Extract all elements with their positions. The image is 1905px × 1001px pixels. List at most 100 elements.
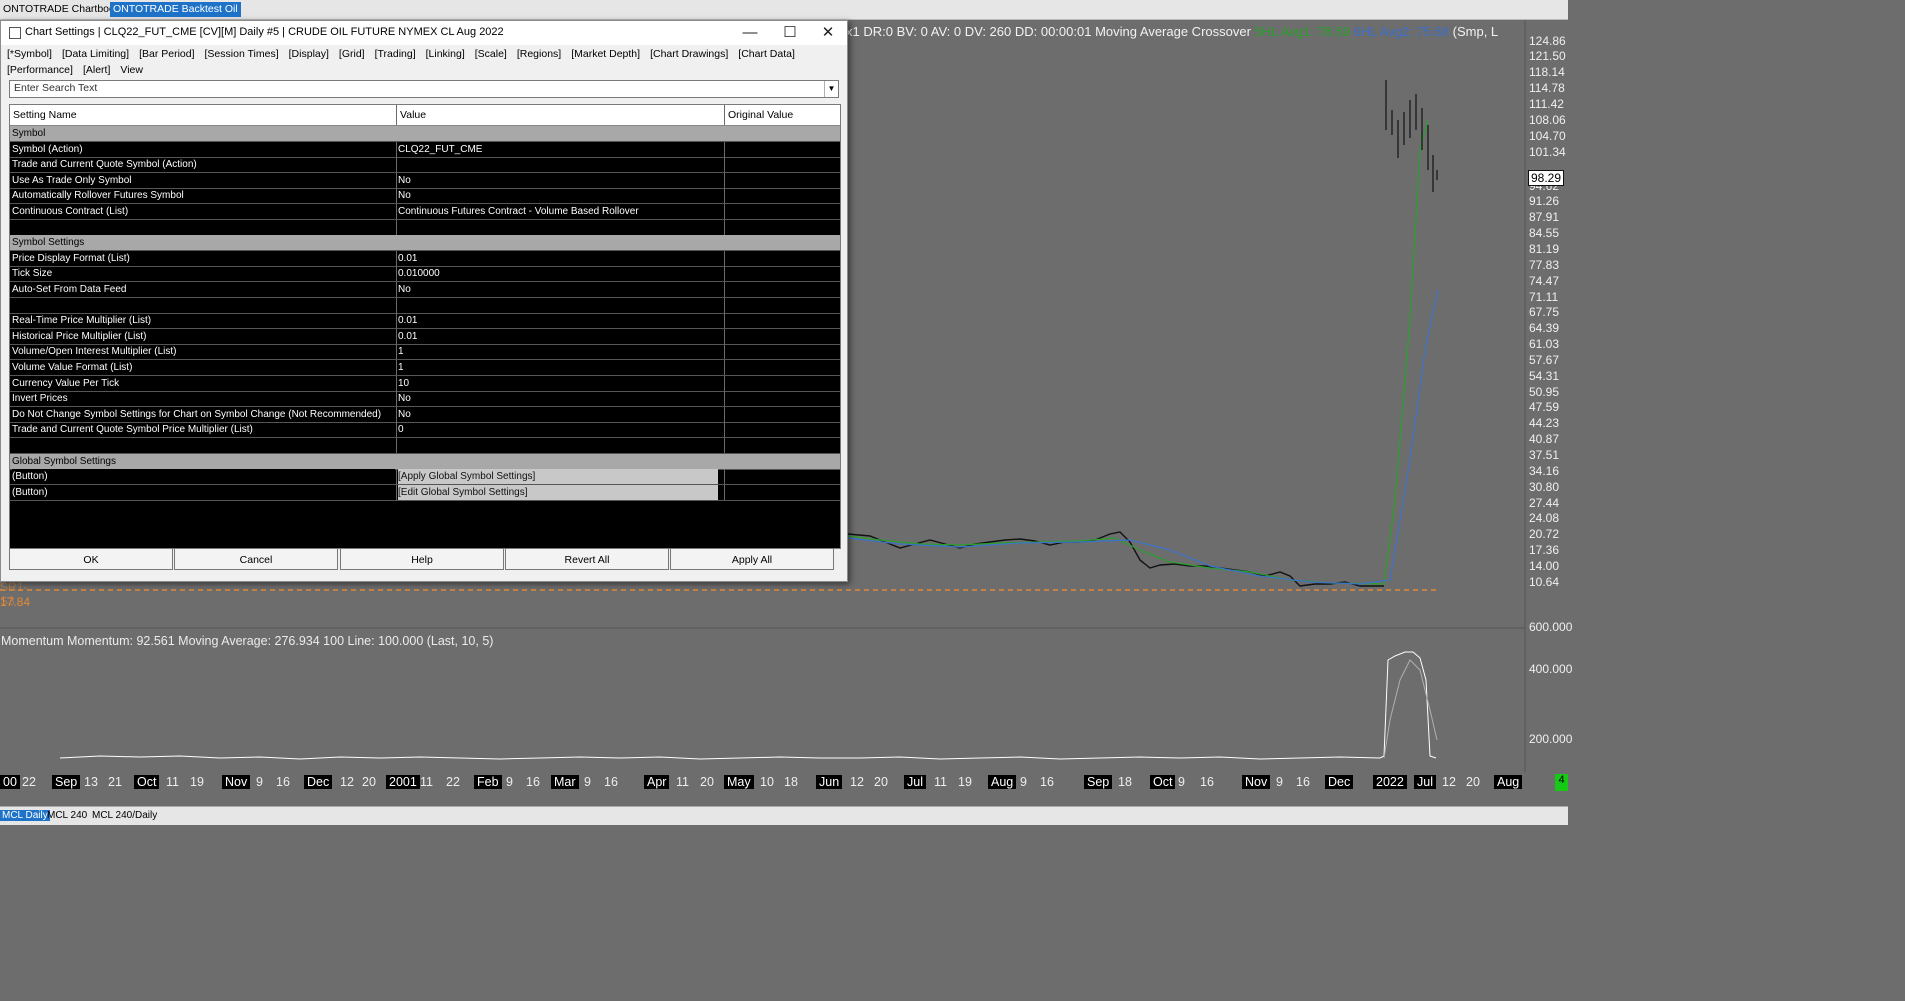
setting-name: (Button) xyxy=(12,469,395,485)
settings-section-header[interactable]: Global Symbol Settings xyxy=(10,453,840,470)
time-axis-label: 16 xyxy=(1200,775,1214,789)
settings-row[interactable]: Historical Price Multiplier (List) 0.01 xyxy=(10,328,840,345)
setting-value[interactable]: No xyxy=(398,407,718,422)
settings-menu-item[interactable]: [Chart Drawings] xyxy=(650,48,728,60)
chart-study-info: x1 DR:0 BV: 0 AV: 0 DV: 260 DD: 00:00:01… xyxy=(846,24,1499,39)
settings-section-header[interactable]: Symbol xyxy=(10,126,840,142)
setting-value[interactable]: No xyxy=(398,173,718,188)
time-axis-label: 22 xyxy=(446,775,460,789)
minimize-icon[interactable]: — xyxy=(731,21,769,45)
price-scale-label: 50.95 xyxy=(1529,385,1560,399)
chevron-down-icon[interactable]: ▼ xyxy=(824,81,838,97)
header-value[interactable]: Value xyxy=(400,109,426,121)
settings-row[interactable]: Trade and Current Quote Symbol Price Mul… xyxy=(10,422,840,439)
settings-menu-item[interactable]: [Trading] xyxy=(375,48,416,60)
close-icon[interactable]: ✕ xyxy=(809,21,847,45)
time-axis-label: Jun xyxy=(816,775,843,789)
spike-candles xyxy=(1385,80,1438,192)
settings-row xyxy=(10,297,840,314)
time-axis-label: Dec xyxy=(1325,775,1354,789)
settings-row[interactable]: Use As Trade Only Symbol No xyxy=(10,172,840,189)
price-scale-label: 114.78 xyxy=(1529,81,1565,95)
settings-menu-item[interactable]: [Data Limiting] xyxy=(62,48,129,60)
time-axis-label: 11 xyxy=(676,775,689,789)
header-setting-name[interactable]: Setting Name xyxy=(13,109,77,121)
settings-row[interactable]: Price Display Format (List) 0.01 xyxy=(10,250,840,267)
settings-menu-item[interactable]: [Scale] xyxy=(475,48,507,60)
settings-menu-item[interactable]: [Market Depth] xyxy=(571,48,640,60)
setting-value[interactable]: Continuous Futures Contract - Volume Bas… xyxy=(398,204,718,219)
setting-value[interactable]: 0.01 xyxy=(398,313,718,328)
settings-row[interactable]: Automatically Rollover Futures Symbol No xyxy=(10,188,840,205)
price-scale-label: 67.75 xyxy=(1529,305,1560,319)
setting-name: Historical Price Multiplier (List) xyxy=(12,330,147,342)
search-input[interactable]: Enter Search Text ▼ xyxy=(9,80,839,98)
settings-button-row[interactable]: (Button) [Edit Global Symbol Settings] xyxy=(10,484,840,501)
settings-row[interactable]: Symbol (Action) CLQ22_FUT_CME xyxy=(10,141,840,158)
setting-action-button[interactable]: [Edit Global Symbol Settings] xyxy=(398,484,718,500)
tab-mcl-240-daily[interactable]: MCL 240/Daily xyxy=(90,810,159,821)
settings-button-row[interactable]: (Button) [Apply Global Symbol Settings] xyxy=(10,469,840,486)
setting-value[interactable]: No xyxy=(398,391,718,406)
settings-row[interactable]: Continuous Contract (List) Continuous Fut… xyxy=(10,204,840,220)
revert-all-button[interactable]: Revert All xyxy=(505,548,669,570)
help-button[interactable]: Help xyxy=(340,548,504,570)
setting-value[interactable]: 1 xyxy=(398,344,718,359)
time-axis-label: 9 xyxy=(1020,775,1027,789)
settings-menu-item[interactable]: [*Symbol] xyxy=(7,48,52,60)
setting-value[interactable]: 0.01 xyxy=(398,251,718,266)
setting-value[interactable]: 0 xyxy=(398,422,718,437)
settings-row[interactable]: Currency Value Per Tick 10 xyxy=(10,375,840,392)
setting-value[interactable]: 10 xyxy=(398,376,718,391)
setting-value[interactable]: 1 xyxy=(398,360,718,375)
apply-all-button[interactable]: Apply All xyxy=(670,548,834,570)
setting-name: Auto-Set From Data Feed xyxy=(12,284,127,295)
settings-row[interactable]: Volume/Open Interest Multiplier (List) 1 xyxy=(10,344,840,361)
time-axis-label: 9 xyxy=(1276,775,1283,789)
maximize-icon[interactable]: ☐ xyxy=(771,21,809,45)
time-axis-label: 20 xyxy=(700,775,714,789)
tab-backtest-oil[interactable]: ONTOTRADE Backtest Oil xyxy=(110,2,241,17)
settings-menu-item[interactable]: [Chart Data] xyxy=(738,48,795,60)
setting-value[interactable]: 0.01 xyxy=(398,329,718,344)
setting-value[interactable]: CLQ22_FUT_CME xyxy=(398,142,718,157)
cancel-button[interactable]: Cancel xyxy=(174,548,338,570)
settings-menu-item[interactable]: [Display] xyxy=(289,48,329,60)
settings-menu-item[interactable]: [Bar Period] xyxy=(139,48,194,60)
price-scale-label: 24.08 xyxy=(1529,511,1560,525)
setting-name: Symbol xyxy=(12,128,46,139)
settings-row[interactable]: Auto-Set From Data Feed No xyxy=(10,282,840,298)
setting-name: Do Not Change Symbol Settings for Chart … xyxy=(12,408,382,420)
setting-action-button[interactable]: [Apply Global Symbol Settings] xyxy=(398,469,718,485)
settings-menu-item[interactable]: [Session Times] xyxy=(205,48,279,60)
settings-grid: Setting Name Value Original Value Symbol… xyxy=(9,104,841,549)
settings-menu-item[interactable]: [Regions] xyxy=(517,48,561,60)
settings-menu-item[interactable]: [Performance] xyxy=(7,64,73,76)
price-scale-label: 104.70 xyxy=(1529,129,1566,143)
dialog-title-bar: Chart Settings | CLQ22_FUT_CME [CV][M] D… xyxy=(1,21,847,45)
setting-value[interactable]: 0.010000 xyxy=(398,266,718,281)
setting-value[interactable]: No xyxy=(398,188,718,203)
settings-menu-item[interactable]: [Alert] xyxy=(83,64,110,76)
settings-row[interactable]: Invert Prices No xyxy=(10,391,840,408)
settings-section-header[interactable]: Symbol Settings xyxy=(10,235,840,252)
time-axis-label: 19 xyxy=(190,775,204,789)
price-scale-label: 61.03 xyxy=(1529,337,1560,351)
header-original-value[interactable]: Original Value xyxy=(728,109,793,121)
current-price-label: 98.29 xyxy=(1528,170,1565,186)
settings-menu-item[interactable]: View xyxy=(120,64,143,76)
price-scale-label: 118.14 xyxy=(1529,65,1565,79)
ok-button[interactable]: OK xyxy=(9,548,173,570)
settings-row[interactable]: Tick Size 0.010000 xyxy=(10,266,840,283)
settings-row[interactable]: Do Not Change Symbol Settings for Chart … xyxy=(10,406,840,423)
settings-row[interactable]: Trade and Current Quote Symbol (Action) xyxy=(10,157,840,174)
time-axis-label: 2022 xyxy=(1373,775,1407,789)
price-scale-label: 37.51 xyxy=(1529,448,1560,462)
settings-row[interactable]: Volume Value Format (List) 1 xyxy=(10,360,840,376)
setting-value[interactable]: No xyxy=(398,282,718,297)
settings-row[interactable]: Real-Time Price Multiplier (List) 0.01 xyxy=(10,313,840,330)
tab-mcl-240[interactable]: MCL 240 xyxy=(45,810,89,821)
settings-menu-item[interactable]: [Grid] xyxy=(339,48,365,60)
settings-menu-item[interactable]: [Linking] xyxy=(426,48,465,60)
tab-mcl-daily[interactable]: MCL Daily xyxy=(0,810,50,821)
